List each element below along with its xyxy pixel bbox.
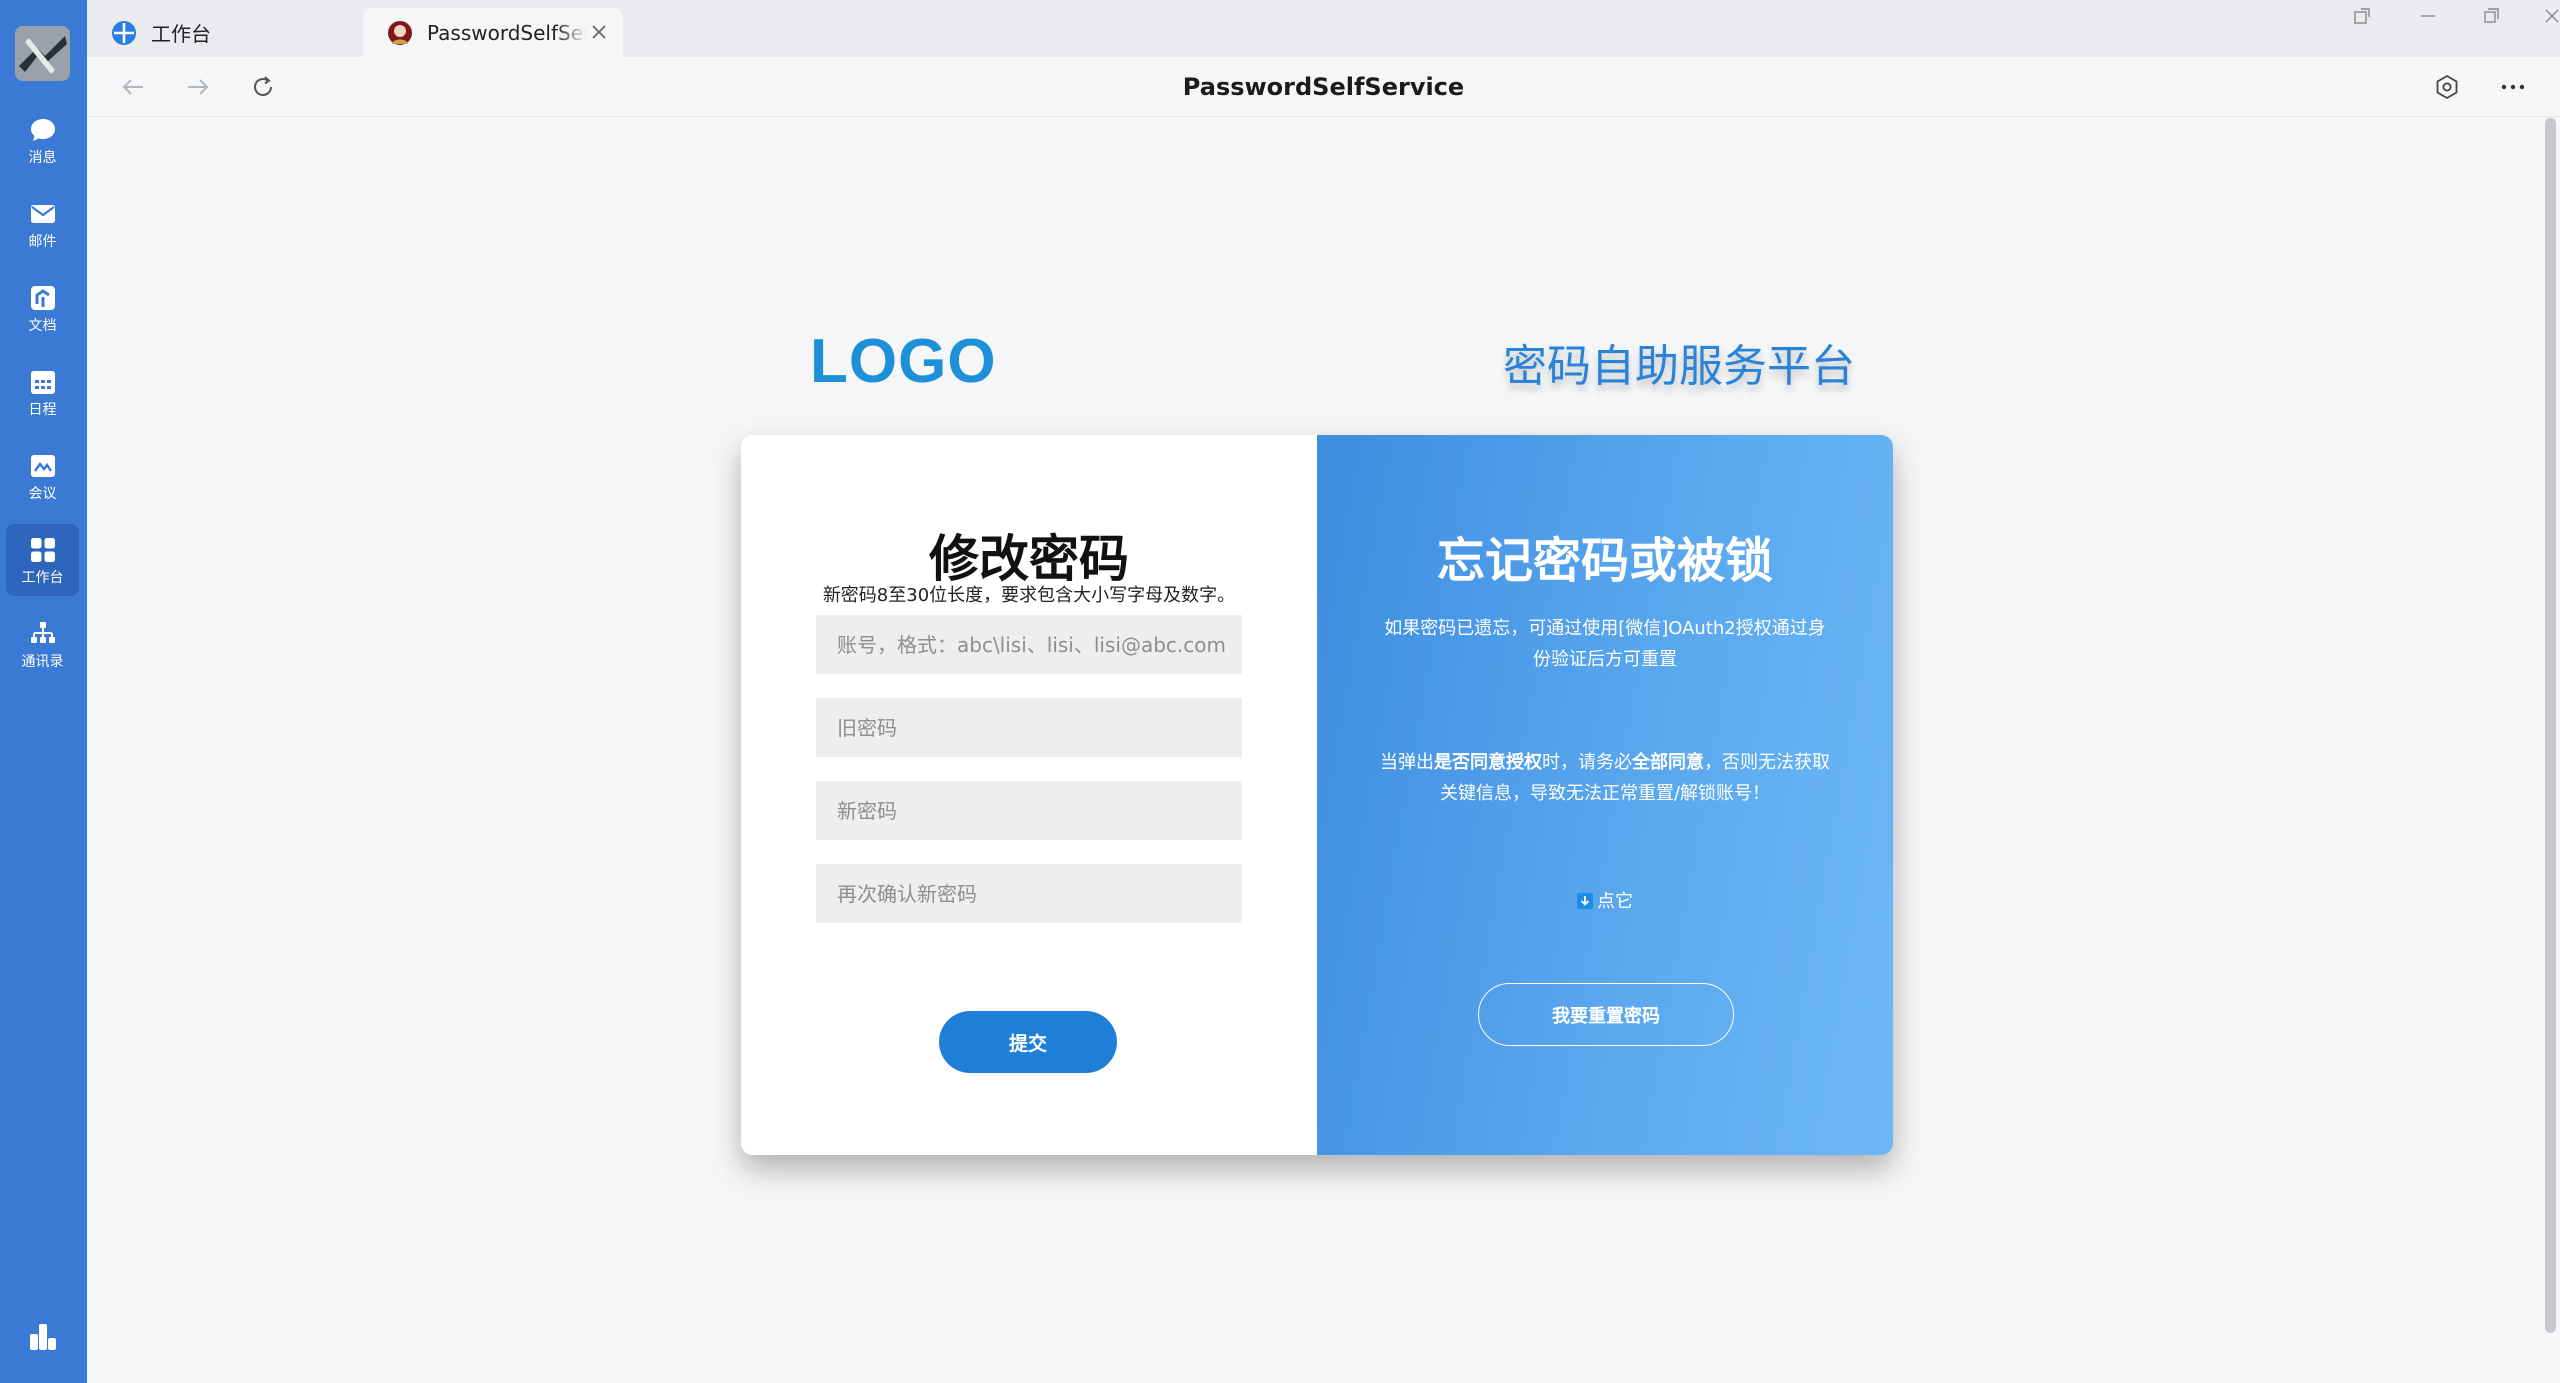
tab-workbench[interactable]: 工作台 <box>87 8 363 57</box>
warning-bold: 全部同意 <box>1632 752 1704 773</box>
forgot-password-heading: 忘记密码或被锁 <box>1436 533 1773 589</box>
password-card: 修改密码 新密码8至30位长度，要求包含大小写字母及数字。 提交 忘记密码或被锁… <box>741 435 1893 1155</box>
browser-toolbar: PasswordSelfService <box>87 57 2560 117</box>
rail-item-contacts[interactable]: 通讯录 <box>6 608 79 680</box>
workbench-tab-icon <box>112 20 136 45</box>
rail-item-label: 文档 <box>28 317 57 334</box>
authorization-warning: 当弹出是否同意授权时，请务必全部同意，否则无法获取关键信息，导致无法正常重置/解… <box>1377 747 1833 809</box>
chat-bubble-icon <box>30 118 55 141</box>
site-logo: LOGO <box>810 327 997 396</box>
avatar-image <box>15 26 70 81</box>
forgot-password-panel: 忘记密码或被锁 如果密码已遗忘，可通过使用[微信]OAuth2授权通过身份验证后… <box>1317 435 1893 1155</box>
reset-password-button[interactable]: 我要重置密码 <box>1478 983 1734 1046</box>
warning-bold: 是否同意授权 <box>1434 752 1542 773</box>
rail-item-label: 消息 <box>28 149 57 166</box>
tab-password-self-service[interactable]: PasswordSelfService <box>363 8 623 57</box>
tab-title: PasswordSelfService <box>427 20 587 45</box>
password-rule-hint: 新密码8至30位长度，要求包含大小写字母及数字。 <box>822 585 1236 606</box>
rail-item-docs[interactable]: 文档 <box>6 272 79 344</box>
tab-bar: 工作台 PasswordSelfService <box>87 0 2560 57</box>
apps-settings-icon[interactable] <box>26 1320 60 1354</box>
rail-item-workbench[interactable]: 工作台 <box>6 524 79 596</box>
document-icon <box>30 285 55 310</box>
account-input[interactable] <box>816 615 1242 674</box>
download-arrow-icon <box>1577 893 1593 909</box>
pin-window-icon[interactable] <box>2350 4 2374 28</box>
close-icon[interactable] <box>589 22 609 42</box>
rail-item-label: 邮件 <box>28 233 57 250</box>
meeting-icon <box>30 454 55 477</box>
org-chart-icon <box>30 621 55 643</box>
restore-icon[interactable] <box>2480 4 2504 28</box>
rail-item-meeting[interactable]: 会议 <box>6 440 79 512</box>
close-window-icon[interactable] <box>2540 4 2560 28</box>
warning-text: 时，请务必 <box>1542 752 1632 773</box>
rail-item-messages[interactable]: 消息 <box>6 104 79 176</box>
change-password-panel: 修改密码 新密码8至30位长度，要求包含大小写字母及数字。 提交 <box>741 435 1317 1155</box>
user-avatar[interactable] <box>15 26 70 81</box>
confirm-password-input[interactable] <box>816 864 1242 923</box>
new-password-input[interactable] <box>816 781 1242 840</box>
platform-title: 密码自助服务平台 <box>1503 341 1855 392</box>
click-it-label: 点它 <box>1597 891 1633 912</box>
tab-title: 工作台 <box>151 22 211 46</box>
grid-icon <box>30 537 55 562</box>
rail-item-calendar[interactable]: 日程 <box>6 356 79 428</box>
site-favicon-icon <box>388 20 412 45</box>
settings-hex-icon[interactable] <box>2431 71 2463 103</box>
rail-item-label: 通讯录 <box>21 653 64 670</box>
app-rail: 消息 邮件 文档 日程 会议 工作台 通讯录 <box>0 0 87 1383</box>
rail-item-mail[interactable]: 邮件 <box>6 188 79 260</box>
submit-button[interactable]: 提交 <box>939 1011 1117 1073</box>
rail-item-label: 工作台 <box>21 569 64 586</box>
more-options-icon[interactable] <box>2497 71 2529 103</box>
warning-text: 当弹出 <box>1380 752 1434 773</box>
forgot-description: 如果密码已遗忘，可通过使用[微信]OAuth2授权通过身份验证后方可重置 <box>1384 618 1826 670</box>
old-password-input[interactable] <box>816 698 1242 757</box>
minimize-icon[interactable] <box>2416 4 2440 28</box>
page-title: PasswordSelfService <box>1182 73 1465 101</box>
rail-item-label: 日程 <box>28 401 57 418</box>
click-it-link[interactable]: 点它 <box>1317 887 1893 913</box>
calendar-icon <box>30 370 55 394</box>
mail-icon <box>30 204 55 223</box>
vertical-scrollbar[interactable] <box>2545 118 2556 1333</box>
rail-item-label: 会议 <box>28 485 57 502</box>
